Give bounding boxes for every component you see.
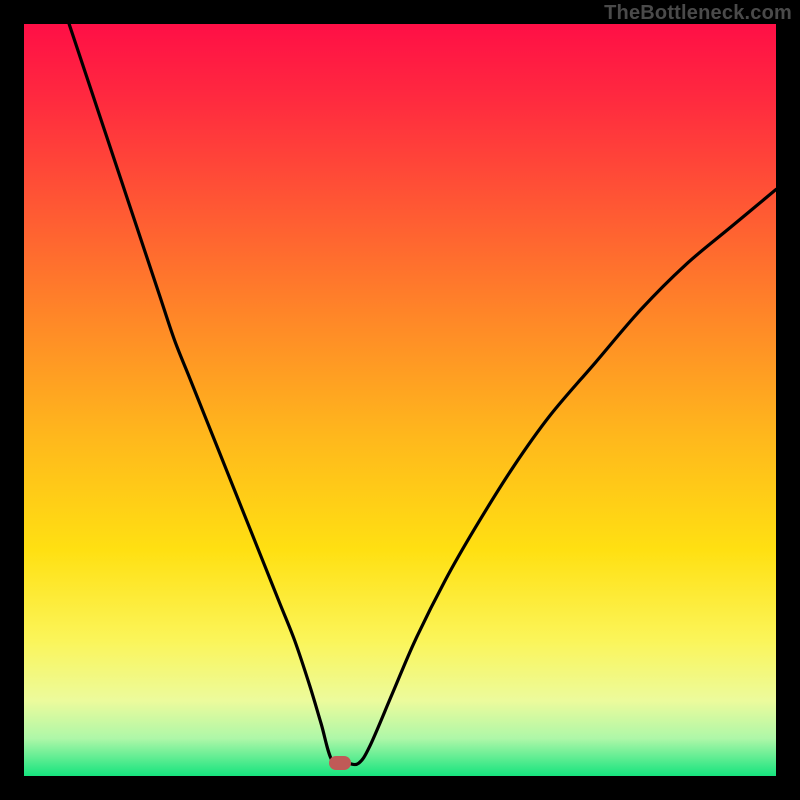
bottleneck-curve — [24, 24, 776, 776]
chart-frame — [24, 24, 776, 776]
watermark-text: TheBottleneck.com — [604, 2, 792, 25]
optimal-point-marker — [329, 756, 351, 770]
